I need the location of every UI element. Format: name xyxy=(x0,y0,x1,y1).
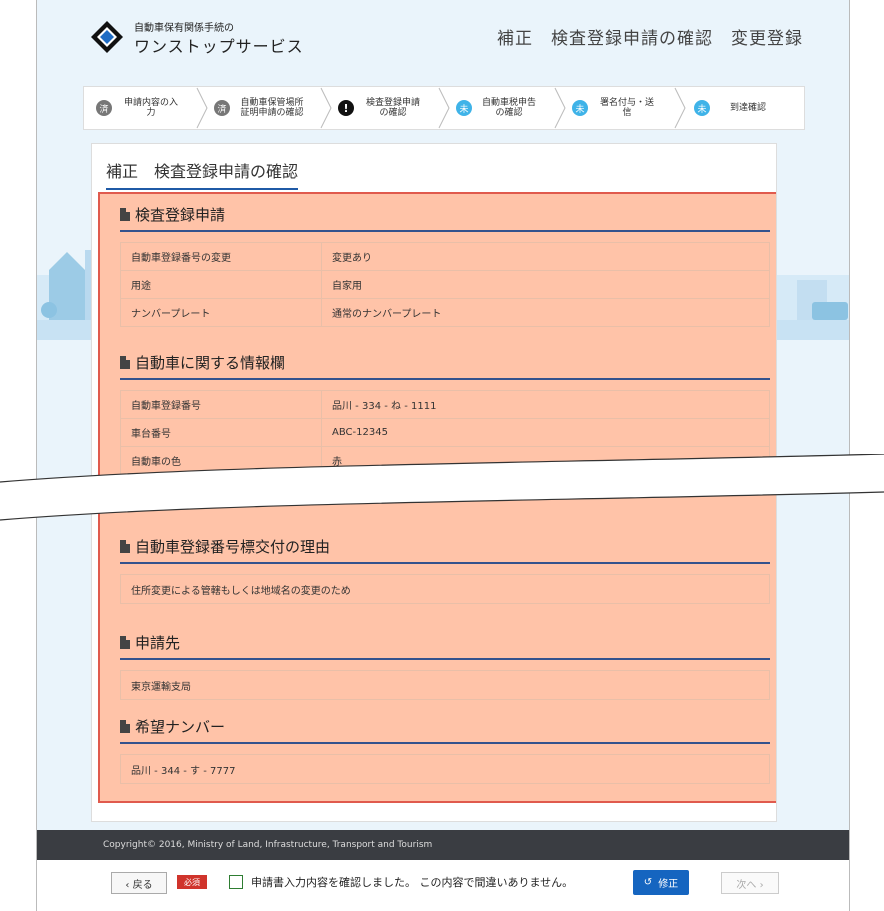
row-value: 品川 - 334 - ね - 1111 xyxy=(332,401,437,412)
step-label: 署名付与・送信 xyxy=(599,98,654,118)
step-inspection: ! 検査登録申請の確認 xyxy=(338,87,424,129)
step-parking: 済 自動車保管場所証明申請の確認 xyxy=(214,87,306,129)
section-reason: 自動車登録番号標交付の理由 住所変更による管轄もしくは地域名の変更のため xyxy=(120,536,770,604)
header: 自動車保有関係手続の ワンストップサービス 補正 検査登録申請の確認 変更登録 xyxy=(37,0,849,78)
chevron-right-icon xyxy=(196,87,208,129)
logo-subtitle: 自動車保有関係手続の xyxy=(134,23,234,34)
section-title: 希望ナンバー xyxy=(120,716,770,744)
reason-value: 住所変更による管轄もしくは地域名の変更のため xyxy=(120,574,770,604)
chevron-right-icon xyxy=(554,87,566,129)
section-title: 自動車登録番号標交付の理由 xyxy=(120,536,770,564)
section-inspection: 検査登録申請 自動車登録番号の変更 変更あり 用途 自家用 ナンバープレート 通常のナ… xyxy=(120,204,770,327)
panel-title: 補正 検査登録申請の確認 xyxy=(106,158,299,190)
fix-button[interactable]: ↺ 修正 xyxy=(633,870,689,895)
step-status-badge: 済 xyxy=(96,100,112,116)
required-badge: 必須 xyxy=(177,875,207,889)
section-title-text: 自動車登録番号標交付の理由 xyxy=(135,538,331,556)
section-destination: 申請先 東京運輸支局 xyxy=(120,632,770,700)
undo-icon: ↺ xyxy=(643,877,653,888)
logo-title: ワンストップサービス xyxy=(134,37,304,56)
document-icon xyxy=(120,636,130,649)
section-title-text: 検査登録申請 xyxy=(135,206,226,224)
confirm-label: 申請書入力内容を確認しました。 この内容で間違いありません。 xyxy=(251,876,574,889)
desired-number-value: 品川 - 344 - す - 7777 xyxy=(120,754,770,784)
step-label: 検査登録申請の確認 xyxy=(365,98,420,118)
document-icon xyxy=(120,356,130,369)
step-arrival: 未 到達確認 xyxy=(694,87,778,129)
document-icon xyxy=(120,720,130,733)
next-button[interactable]: 次へ › xyxy=(721,872,779,894)
section-title: 申請先 xyxy=(120,632,770,660)
chevron-right-icon xyxy=(674,87,686,129)
destination-value: 東京運輸支局 xyxy=(120,670,770,700)
row-value: 自家用 xyxy=(332,281,362,292)
row-label: 用途 xyxy=(121,271,322,298)
step-status-badge: 未 xyxy=(694,100,710,116)
table-row: 自動車登録番号の変更 変更あり xyxy=(120,242,770,271)
step-status-badge: ! xyxy=(338,100,354,116)
row-label: 車台番号 xyxy=(121,419,322,446)
section-title: 自動車に関する情報欄 xyxy=(120,352,770,380)
step-status-badge: 済 xyxy=(214,100,230,116)
table-row: ナンバープレート 通常のナンバープレート xyxy=(120,299,770,327)
step-label: 自動車税申告の確認 xyxy=(481,98,536,118)
document-icon xyxy=(120,208,130,221)
page-heading: 補正 検査登録申請の確認 変更登録 xyxy=(497,29,803,49)
chevron-right-icon xyxy=(438,87,450,129)
row-label: ナンバープレート xyxy=(121,299,322,326)
document-icon xyxy=(120,540,130,553)
progress-stepper: 済 申請内容の入力 済 自動車保管場所証明申請の確認 ! 検査登録申請の確認 未… xyxy=(83,86,805,130)
row-value: 通常のナンバープレート xyxy=(332,309,442,320)
action-bar: ‹ 戻る 必須 申請書入力内容を確認しました。 この内容で間違いありません。 ↺… xyxy=(37,860,849,911)
row-label: 自動車登録番号 xyxy=(121,391,322,418)
diamond-logo-icon xyxy=(91,21,123,53)
row-value: ABC-12345 xyxy=(332,427,388,438)
section-title-text: 申請先 xyxy=(135,634,181,652)
table-row: 自動車登録番号 品川 - 334 - ね - 1111 xyxy=(120,390,770,419)
step-status-badge: 未 xyxy=(572,100,588,116)
step-label: 自動車保管場所証明申請の確認 xyxy=(240,98,304,118)
info-table: 自動車登録番号の変更 変更あり 用途 自家用 ナンバープレート 通常のナンバープレート xyxy=(120,242,770,327)
row-label: 自動車登録番号の変更 xyxy=(121,243,322,270)
confirm-checkbox[interactable] xyxy=(229,875,243,889)
step-tax: 未 自動車税申告の確認 xyxy=(456,87,538,129)
step-sign: 未 署名付与・送信 xyxy=(572,87,658,129)
table-row: 車台番号 ABC-12345 xyxy=(120,419,770,447)
section-title: 検査登録申請 xyxy=(120,204,770,232)
step-status-badge: 未 xyxy=(456,100,472,116)
copyright-bar: Copyright© 2016, Ministry of Land, Infra… xyxy=(37,830,849,860)
fix-button-label: 修正 xyxy=(658,879,679,890)
back-button[interactable]: ‹ 戻る xyxy=(111,872,167,894)
step-input: 済 申請内容の入力 xyxy=(96,87,182,129)
step-label: 到達確認 xyxy=(729,103,766,113)
step-label: 申請内容の入力 xyxy=(123,98,178,118)
section-title-text: 自動車に関する情報欄 xyxy=(135,354,286,372)
row-value: 変更あり xyxy=(332,253,372,264)
page-break-marker xyxy=(0,454,884,521)
section-title-text: 希望ナンバー xyxy=(135,718,226,736)
chevron-right-icon xyxy=(320,87,332,129)
section-desired-number: 希望ナンバー 品川 - 344 - す - 7777 xyxy=(120,716,770,784)
table-row: 用途 自家用 xyxy=(120,271,770,299)
